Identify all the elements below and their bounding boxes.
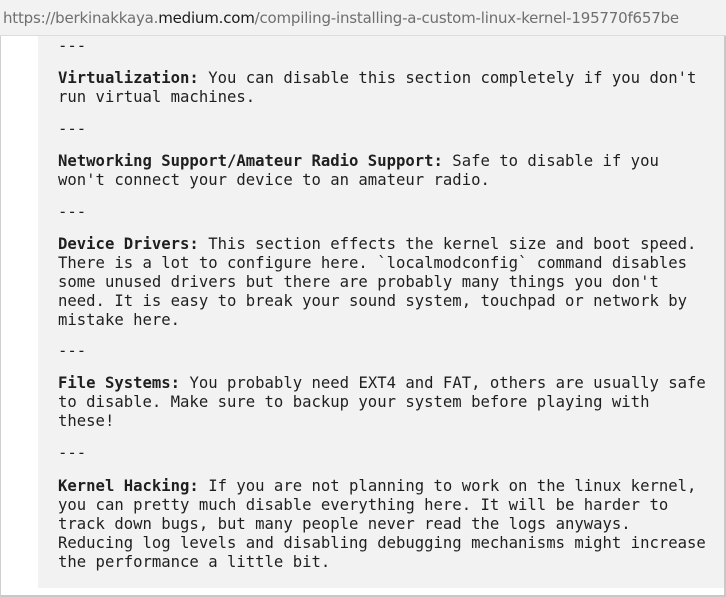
section-heading: Kernel Hacking:	[58, 477, 199, 495]
separator: ---	[58, 120, 87, 138]
url-prefix: https://berkinakkaya.	[3, 9, 159, 27]
section-heading: File Systems:	[58, 374, 181, 392]
separator: ---	[58, 37, 87, 55]
url-path: /compiling-installing-a-custom-linux-ker…	[254, 9, 679, 27]
separator: ---	[58, 444, 87, 462]
separator: ---	[58, 342, 87, 360]
section-device-drivers: Device Drivers: This section effects the…	[58, 235, 708, 330]
section-heading: Networking Support/Amateur Radio Support…	[58, 152, 443, 170]
section-virtualization: Virtualization: You can disable this sec…	[58, 69, 708, 107]
section-kernel-hacking: Kernel Hacking: If you are not planning …	[58, 477, 708, 572]
url-domain: medium.com	[158, 9, 255, 27]
address-bar[interactable]: https://berkinakkaya.medium.com/compilin…	[0, 0, 726, 36]
separator: ---	[58, 203, 87, 221]
code-block: --- Virtualization: You can disable this…	[38, 36, 724, 588]
section-heading: Virtualization:	[58, 69, 199, 87]
section-networking: Networking Support/Amateur Radio Support…	[58, 152, 708, 190]
section-file-systems: File Systems: You probably need EXT4 and…	[58, 374, 708, 431]
section-heading: Device Drivers:	[58, 235, 199, 253]
